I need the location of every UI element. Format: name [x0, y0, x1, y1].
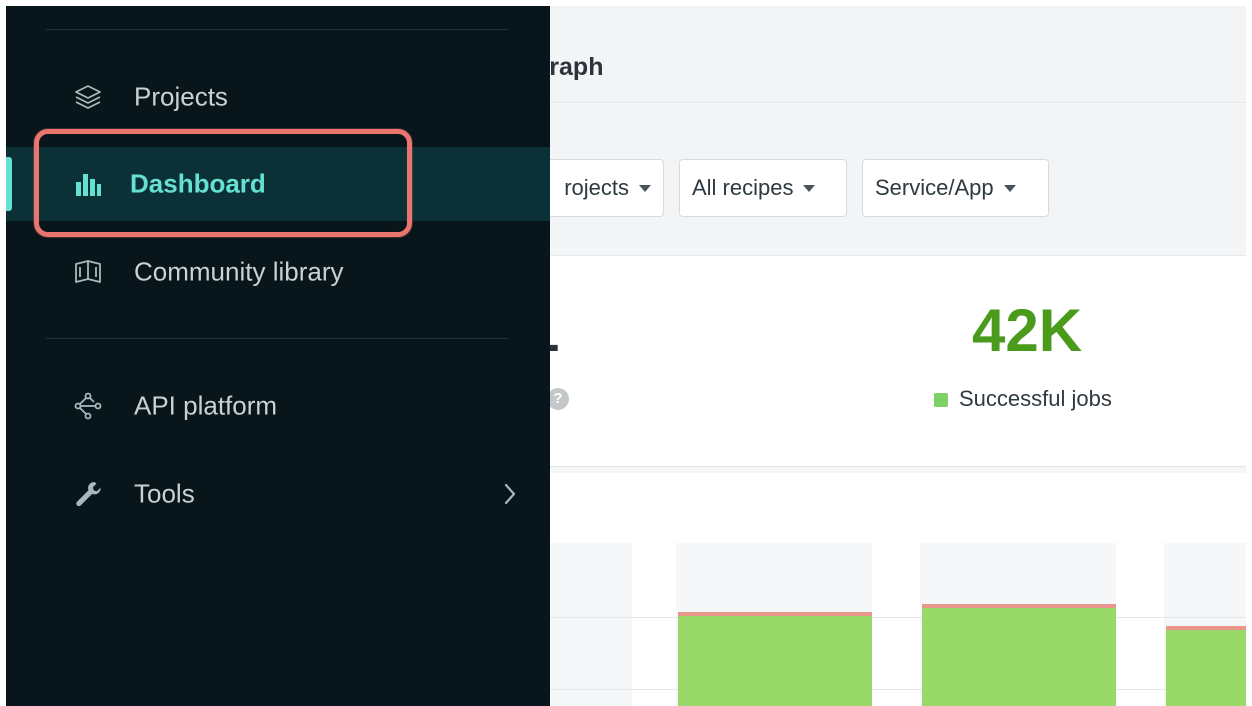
- sidebar-item-api-platform[interactable]: API platform: [6, 369, 550, 443]
- help-icon[interactable]: ?: [547, 388, 569, 410]
- caret-down-icon: [639, 184, 651, 192]
- chart-column-gap: [632, 543, 676, 706]
- book-icon: [72, 256, 104, 288]
- recipes-filter-dropdown[interactable]: All recipes: [679, 159, 847, 217]
- app-frame: ncy graph rojects All recipes Service/Ap…: [6, 6, 1246, 706]
- chart-bar-success-segment: [678, 616, 872, 706]
- wrench-icon: [72, 478, 104, 510]
- chart-column-gap: [872, 543, 920, 706]
- sidebar-item-dashboard[interactable]: Dashboard: [6, 147, 550, 221]
- success-legend-swatch: [934, 393, 948, 407]
- sidebar-item-tools[interactable]: Tools: [6, 457, 550, 531]
- api-nodes-icon: [72, 390, 104, 422]
- sidebar-divider: [46, 338, 508, 339]
- caret-down-icon: [803, 184, 816, 192]
- sidebar-item-label: Dashboard: [130, 168, 266, 199]
- service-app-filter-label: Service/App: [875, 175, 994, 200]
- chart-bar-success-segment: [1166, 630, 1246, 706]
- chart-bar-success-segment: [922, 608, 1116, 706]
- recipes-filter-label: All recipes: [692, 175, 794, 200]
- sidebar-nav: Projects Dashboard Community library API…: [6, 6, 550, 706]
- successful-jobs-label: Successful jobs: [959, 386, 1112, 411]
- chevron-right-icon: [502, 482, 518, 506]
- chart-bar[interactable]: [922, 604, 1116, 706]
- sidebar-item-community-library[interactable]: Community library: [6, 235, 550, 309]
- bar-chart-icon: [72, 168, 104, 200]
- sidebar-item-label: Tools: [134, 478, 195, 509]
- chart-column-gap: [1116, 543, 1164, 706]
- caret-down-icon: [1003, 184, 1016, 192]
- sidebar-item-label: Community library: [134, 256, 344, 287]
- chart-bar[interactable]: [1166, 626, 1246, 706]
- projects-filter-label: rojects: [564, 175, 629, 200]
- sidebar-item-label: Projects: [134, 81, 228, 112]
- sidebar-divider: [46, 29, 508, 30]
- service-app-filter-dropdown[interactable]: Service/App: [862, 159, 1049, 217]
- active-indicator: [6, 157, 12, 211]
- sidebar-item-label: API platform: [134, 390, 278, 421]
- layers-icon: [72, 81, 104, 113]
- successful-jobs-value: 42K: [972, 297, 1083, 364]
- chart-bar[interactable]: [678, 612, 872, 706]
- sidebar-item-projects[interactable]: Projects: [6, 60, 550, 134]
